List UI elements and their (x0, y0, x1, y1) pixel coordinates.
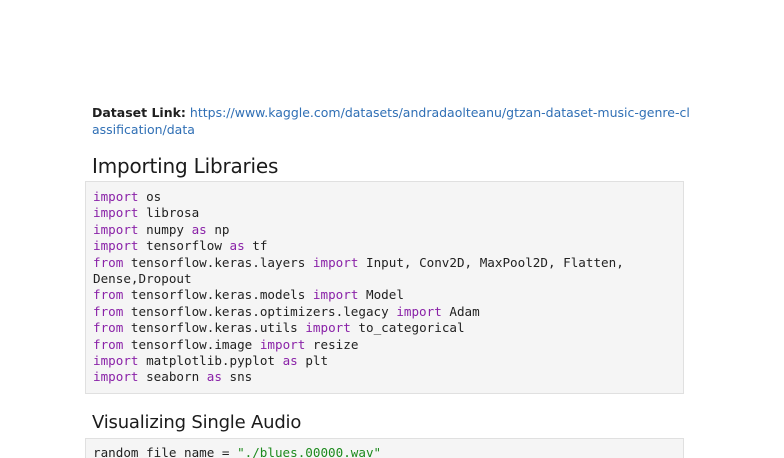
code-keyword: import (305, 320, 351, 336)
code-text: Dense,Dropout (93, 270, 192, 286)
code-keyword: from (93, 303, 124, 319)
code-line: from tensorflow.keras.optimizers.legacy … (93, 304, 683, 320)
code-line: random_file_name = "./blues.00000.wav" (93, 445, 683, 458)
code-line: Dense,Dropout (93, 271, 683, 287)
code-text: Model (358, 287, 404, 303)
notebook-page: Dataset Link: https://www.kaggle.com/dat… (85, 104, 702, 458)
code-line: from tensorflow.keras.utils import to_ca… (93, 320, 683, 336)
code-keyword: import (93, 205, 139, 221)
code-text: resize (305, 336, 359, 352)
code-text: plt (297, 352, 329, 368)
section-title-visualizing-single-audio: Visualizing Single Audio (92, 411, 302, 433)
code-keyword: import (93, 221, 139, 237)
code-string: "./blues.00000.wav" (237, 444, 382, 458)
code-text: random_file_name = (93, 444, 238, 458)
code-keyword: from (93, 287, 124, 303)
code-line: import matplotlib.pyplot as plt (93, 353, 683, 369)
code-keyword: from (93, 320, 124, 336)
code-keyword: import (312, 287, 359, 303)
code-keyword: from (93, 254, 124, 270)
code-text: Input, Conv2D, MaxPool2D, Flatten, (358, 254, 624, 270)
code-keyword: import (312, 254, 359, 270)
code-line: import seaborn as sns (93, 369, 683, 385)
code-text: numpy (138, 221, 192, 237)
code-keyword: import (93, 189, 139, 204)
code-text: tensorflow.keras.utils (123, 320, 306, 336)
code-text: tf (244, 238, 268, 254)
code-keyword: as (191, 221, 207, 237)
code-text: tensorflow.keras.layers (123, 254, 313, 270)
code-keyword: import (93, 369, 139, 385)
code-line: from tensorflow.keras.models import Mode… (93, 287, 683, 303)
code-keyword: import (396, 303, 442, 319)
code-text: Adam (441, 303, 480, 319)
code-text: sns (221, 369, 253, 385)
code-keyword: import (93, 352, 139, 368)
code-line: import os (93, 189, 683, 205)
code-text: np (206, 221, 230, 237)
section-title-importing-libraries: Importing Libraries (92, 154, 279, 178)
code-text: to_categorical (350, 320, 465, 336)
code-keyword: as (282, 352, 298, 368)
code-text: seaborn (138, 369, 207, 385)
code-keyword: import (259, 336, 306, 352)
code-keyword: from (93, 336, 124, 352)
code-text: tensorflow.keras.optimizers.legacy (123, 303, 397, 319)
code-keyword: as (206, 369, 222, 385)
code-line: import librosa (93, 205, 683, 221)
dataset-link-paragraph: Dataset Link: https://www.kaggle.com/dat… (92, 104, 692, 138)
code-keyword: import (93, 238, 139, 254)
dataset-link-label: Dataset Link: (92, 105, 186, 120)
code-text: tensorflow.image (123, 336, 260, 352)
code-cell-imports[interactable]: import os import librosa import numpy as n… (85, 181, 684, 394)
code-text: librosa (138, 205, 200, 221)
code-keyword: as (229, 238, 245, 254)
code-text: matplotlib.pyplot (138, 352, 283, 368)
code-text: tensorflow.keras.models (123, 287, 313, 303)
code-text: tensorflow (138, 238, 230, 254)
code-text: os (138, 189, 162, 204)
code-line: from tensorflow.image import resize (93, 337, 683, 353)
code-line: import tensorflow as tf (93, 238, 683, 254)
code-line: from tensorflow.keras.layers import Inpu… (93, 255, 683, 271)
code-line: import numpy as np (93, 222, 683, 238)
